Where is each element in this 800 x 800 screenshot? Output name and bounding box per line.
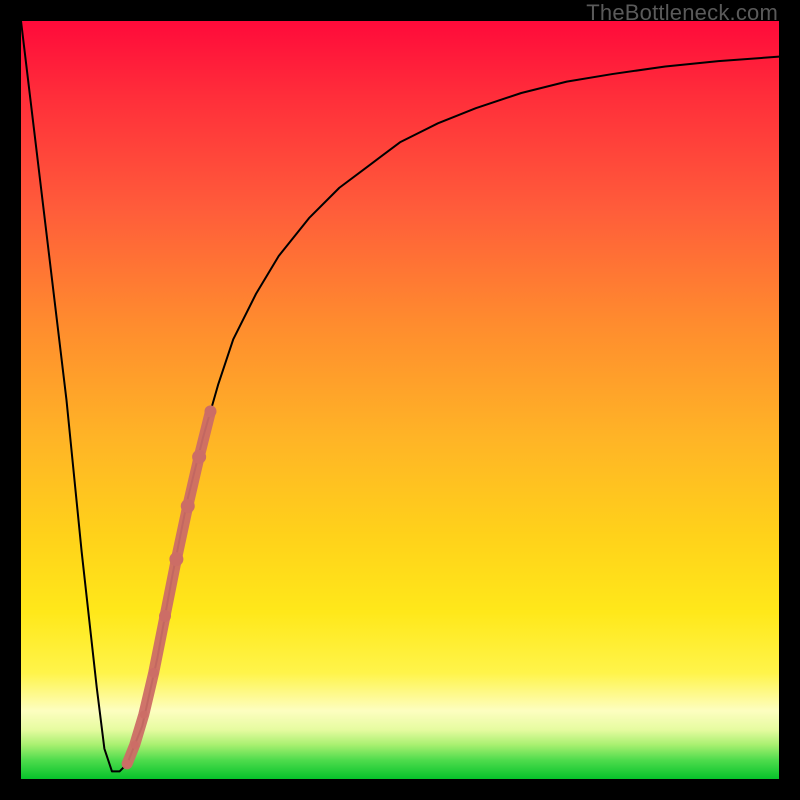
chart-frame: TheBottleneck.com <box>0 0 800 800</box>
highlight-dot <box>192 450 206 464</box>
highlight-dot <box>181 499 195 513</box>
highlight-band <box>127 411 210 763</box>
highlight-dot <box>131 741 139 749</box>
plot-area <box>21 21 779 779</box>
bottleneck-curve <box>21 21 779 771</box>
highlight-dot <box>205 405 217 417</box>
highlight-dot <box>149 668 159 678</box>
highlight-dot <box>159 610 171 622</box>
highlight-dot <box>169 552 183 566</box>
curve-svg <box>21 21 779 779</box>
watermark-text: TheBottleneck.com <box>586 0 778 26</box>
highlight-dot <box>123 760 131 768</box>
highlight-dot <box>140 711 148 719</box>
